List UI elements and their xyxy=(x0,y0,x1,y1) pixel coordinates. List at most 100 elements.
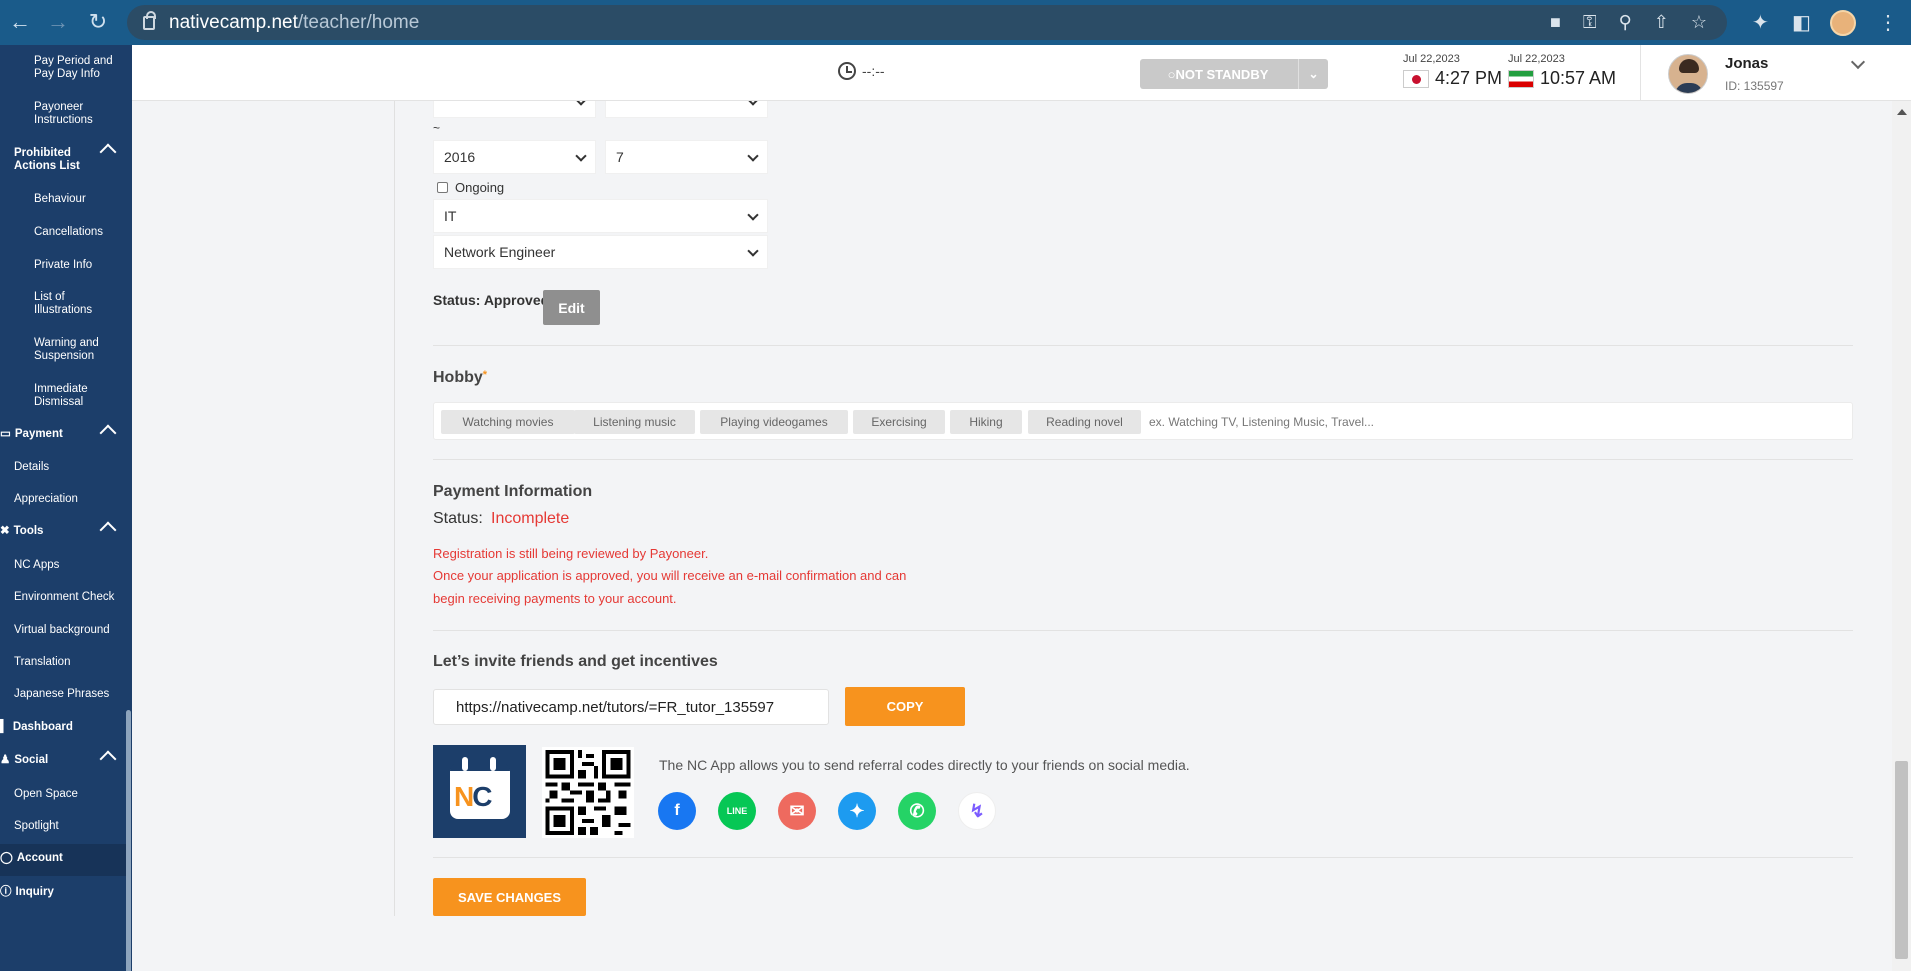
sidebar-item-nc-apps[interactable]: NC Apps xyxy=(14,559,59,572)
twitter-icon[interactable]: ✦ xyxy=(838,792,876,830)
hobby-tag[interactable]: Hiking xyxy=(950,410,1022,434)
divider xyxy=(433,857,1853,858)
required-mark: * xyxy=(482,369,488,381)
whatsapp-icon[interactable]: ✆ xyxy=(898,792,936,830)
standby-button[interactable]: ○NOT STANDBY ⌄ xyxy=(1140,59,1328,89)
sidebar-item-japanese-phrases[interactable]: Japanese Phrases xyxy=(14,688,109,701)
chevron-up-icon[interactable] xyxy=(99,521,117,539)
logo-letter: C xyxy=(472,781,492,812)
browser-toolbar: ← → ↻ nativecamp.net/teacher/home ■ ⚿ ⚲ … xyxy=(0,0,1911,45)
sidebar-item-spotlight[interactable]: Spotlight xyxy=(14,820,59,833)
sidebar-item-tools[interactable]: ✖ Tools xyxy=(0,525,43,538)
user-icon: ◯ xyxy=(0,852,13,864)
extensions-icon[interactable]: ✦ xyxy=(1752,0,1769,45)
end-month-select[interactable]: 7 xyxy=(605,140,768,174)
divider xyxy=(433,345,1853,346)
timer-value: --:-- xyxy=(862,63,885,79)
save-changes-button[interactable]: SAVE CHANGES xyxy=(433,878,586,916)
page-scrollbar[interactable] xyxy=(1892,101,1911,971)
career-status: Status: Approved xyxy=(433,292,550,308)
sidebar-item-warning-suspension[interactable]: Warning and Suspension xyxy=(34,337,114,363)
hobby-tags-input[interactable]: Watching movies Listening music Playing … xyxy=(433,402,1853,440)
sidebar-item-payoneer-instructions[interactable]: Payoneer Instructions xyxy=(34,101,114,127)
ongoing-checkbox[interactable] xyxy=(437,182,448,193)
url-host: nativecamp.net xyxy=(169,11,298,33)
chevron-up-icon[interactable] xyxy=(99,424,117,442)
payment-note: begin receiving payments to your account… xyxy=(433,591,677,606)
menu-icon[interactable]: ⋮ xyxy=(1878,0,1898,45)
sidebar-item-label: Tools xyxy=(13,525,44,537)
chevron-down-icon[interactable] xyxy=(1850,54,1866,70)
sidebar-item-open-space[interactable]: Open Space xyxy=(14,788,78,801)
avatar[interactable] xyxy=(1668,54,1708,94)
standby-label: NOT STANDBY xyxy=(1175,66,1269,82)
timezone-japan: Jul 22,2023 4:27 PM xyxy=(1403,53,1502,89)
sidebar-item-social[interactable]: ♟ Social xyxy=(0,754,48,767)
sidebar-item-dashboard[interactable]: ▍ Dashboard xyxy=(0,721,73,734)
camera-icon[interactable]: ■ xyxy=(1550,12,1561,33)
star-icon[interactable]: ☆ xyxy=(1691,12,1707,33)
sidebar-item-list-of-illustrations[interactable]: List of Illustrations xyxy=(34,291,104,317)
referral-url-field[interactable]: https://nativecamp.net/tutors/=FR_tutor_… xyxy=(433,689,829,725)
divider xyxy=(433,630,1853,631)
mail-icon[interactable]: ✉ xyxy=(778,792,816,830)
sidebar-item-account[interactable]: ◯ Account xyxy=(0,852,63,865)
profile-avatar-icon[interactable] xyxy=(1830,0,1856,45)
chevron-up-icon[interactable] xyxy=(99,143,117,161)
hobby-tag[interactable]: Exercising xyxy=(853,410,945,434)
sidebar-item-cancellations[interactable]: Cancellations xyxy=(34,226,103,239)
hobby-tag[interactable]: Reading novel xyxy=(1028,410,1141,434)
sidebar-item-prohibited-actions[interactable]: Prohibited Actions List xyxy=(14,147,94,173)
line-icon[interactable]: LINE xyxy=(718,792,756,830)
tz-time: 4:27 PM xyxy=(1435,68,1503,88)
sidebar-item-inquiry[interactable]: ⓘ Inquiry xyxy=(0,886,54,899)
hobby-tag[interactable]: Listening music xyxy=(574,410,695,434)
chevron-up-icon[interactable] xyxy=(99,750,117,768)
card-icon: ▭ xyxy=(0,428,11,440)
payment-status-value: Incomplete xyxy=(491,510,570,527)
user-id: ID: 135597 xyxy=(1725,79,1784,93)
reload-icon[interactable]: ↻ xyxy=(78,9,118,35)
sidebar-item-translation[interactable]: Translation xyxy=(14,656,70,669)
hobby-title: Hobby* xyxy=(433,369,487,387)
sidebar-item-environment-check[interactable]: Environment Check xyxy=(14,591,114,604)
sidebar-item-label: Dashboard xyxy=(12,721,73,733)
sidebar-item-immediate-dismissal[interactable]: Immediate Dismissal xyxy=(34,383,104,409)
sidebar-item-pay-period[interactable]: Pay Period and Pay Day Info xyxy=(34,55,124,81)
sidepanel-icon[interactable]: ◧ xyxy=(1792,0,1811,45)
sidebar: Pay Period and Pay Day Info Payoneer Ins… xyxy=(0,45,132,971)
japan-flag-icon xyxy=(1403,69,1429,88)
key-icon[interactable]: ⚿ xyxy=(1583,12,1597,33)
facebook-icon[interactable]: f xyxy=(658,792,696,830)
end-year-select[interactable]: 2016 xyxy=(433,140,596,174)
divider xyxy=(433,459,1853,460)
hobby-tag[interactable]: Watching movies xyxy=(441,410,575,434)
sidebar-item-payment[interactable]: ▭ Payment xyxy=(0,428,63,441)
lock-icon xyxy=(143,10,156,30)
sidebar-item-details[interactable]: Details xyxy=(14,461,49,474)
industry-select[interactable]: IT xyxy=(433,199,768,233)
copy-button[interactable]: COPY xyxy=(845,687,965,726)
payment-title: Payment Information xyxy=(433,483,593,500)
sidebar-scrollbar[interactable] xyxy=(126,710,131,971)
sidebar-item-behaviour[interactable]: Behaviour xyxy=(34,193,86,206)
people-icon: ♟ xyxy=(0,754,11,766)
edit-button[interactable]: Edit xyxy=(543,290,600,325)
invite-title: Let’s invite friends and get incentives xyxy=(433,653,718,670)
hobby-placeholder: ex. Watching TV, Listening Music, Travel… xyxy=(1149,415,1374,429)
chevron-down-icon[interactable]: ⌄ xyxy=(1298,59,1328,89)
sidebar-item-private-info[interactable]: Private Info xyxy=(34,259,92,272)
position-select[interactable]: Network Engineer xyxy=(433,235,768,269)
sidebar-item-virtual-background[interactable]: Virtual background xyxy=(14,624,110,637)
tz-time: 10:57 AM xyxy=(1540,68,1617,88)
address-bar[interactable]: nativecamp.net/teacher/home ■ ⚿ ⚲ ⇧ ☆ xyxy=(127,5,1727,40)
forward-icon[interactable]: → xyxy=(38,9,78,35)
qr-code xyxy=(542,747,634,838)
zoom-icon[interactable]: ⚲ xyxy=(1619,12,1632,33)
sidebar-item-appreciation[interactable]: Appreciation xyxy=(14,493,78,506)
chart-icon: ▍ xyxy=(0,721,9,733)
back-icon[interactable]: ← xyxy=(0,9,40,35)
messenger-icon[interactable]: ↯ xyxy=(958,792,996,830)
share-icon[interactable]: ⇧ xyxy=(1654,12,1669,33)
hobby-tag[interactable]: Playing videogames xyxy=(700,410,848,434)
